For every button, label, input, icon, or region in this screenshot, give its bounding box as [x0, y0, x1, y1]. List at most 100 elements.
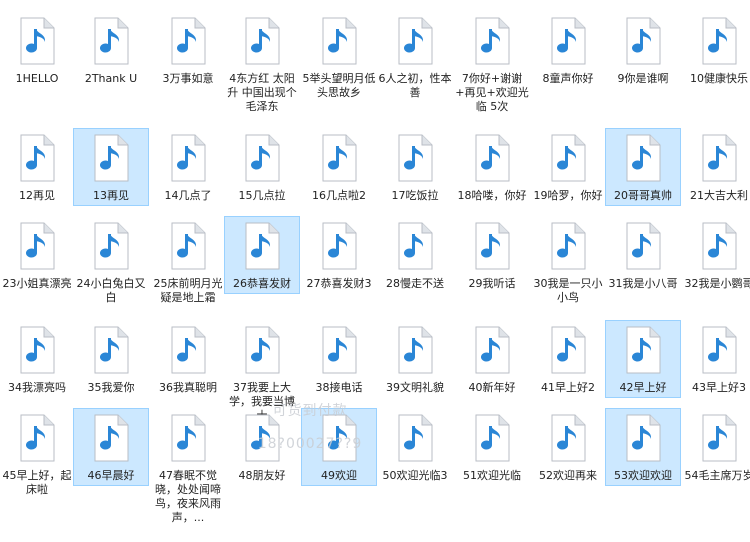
file-item[interactable]: 14几点了: [150, 128, 226, 206]
file-item[interactable]: 28慢走不送: [377, 216, 453, 294]
file-label: 49欢迎: [321, 469, 357, 482]
file-item[interactable]: 7你好+谢谢+再见+欢迎光临 5次: [454, 11, 530, 117]
file-label: 4东方红 太阳升 中国出现个毛泽东: [227, 72, 297, 113]
file-item[interactable]: 29我听话: [454, 216, 530, 294]
file-label: 34我漂亮吗: [8, 381, 66, 394]
file-item[interactable]: 12再见: [0, 128, 75, 206]
music-file-icon: [472, 217, 512, 270]
file-item[interactable]: 47春眠不觉晓，处处闻啼鸟，夜来风雨声，...: [150, 408, 226, 528]
file-item[interactable]: 10健康快乐: [681, 11, 750, 89]
file-label: 8童声你好: [542, 72, 594, 85]
file-item[interactable]: 8童声你好: [530, 11, 606, 89]
file-item[interactable]: 23小姐真漂亮: [0, 216, 75, 294]
file-item[interactable]: 36我真聪明: [150, 320, 226, 398]
file-item[interactable]: 42早上好: [605, 320, 681, 398]
file-label: 36我真聪明: [159, 381, 217, 394]
file-item[interactable]: 21大吉大利: [681, 128, 750, 206]
music-file-icon: [472, 12, 512, 65]
file-item[interactable]: 31我是小八哥: [605, 216, 681, 294]
music-file-icon: [395, 217, 435, 270]
file-item[interactable]: 1HELLO: [0, 11, 75, 89]
music-file-icon: [548, 409, 588, 462]
music-file-icon: [472, 409, 512, 462]
file-label: 52欢迎再来: [539, 469, 597, 482]
music-file-icon: [319, 217, 359, 270]
file-label: 40新年好: [468, 381, 516, 394]
file-item[interactable]: 25床前明月光 疑是地上霜: [150, 216, 226, 308]
music-file-icon: [623, 217, 663, 270]
file-item[interactable]: 30我是一只小小鸟: [530, 216, 606, 308]
file-item[interactable]: 48朋友好: [224, 408, 300, 486]
file-label: 12再见: [19, 189, 55, 202]
file-item[interactable]: 16几点啦2: [301, 128, 377, 206]
music-file-icon: [91, 409, 131, 462]
music-file-icon: [319, 12, 359, 65]
music-file-icon: [91, 12, 131, 65]
file-item[interactable]: 27恭喜发财3: [301, 216, 377, 294]
file-item[interactable]: 6人之初，性本善: [377, 11, 453, 103]
file-item[interactable]: 38接电话: [301, 320, 377, 398]
file-item[interactable]: 20哥哥真帅: [605, 128, 681, 206]
file-label: 47春眠不觉晓，处处闻啼鸟，夜来风雨声，...: [155, 469, 221, 524]
music-file-icon: [17, 12, 57, 65]
file-label: 35我爱你: [87, 381, 135, 394]
music-file-icon: [91, 321, 131, 374]
music-file-icon: [168, 129, 208, 182]
file-item[interactable]: 32我是小鹦哥: [681, 216, 750, 294]
music-file-icon: [623, 321, 663, 374]
file-item[interactable]: 26恭喜发财: [224, 216, 300, 294]
file-grid: 1HELLO 2Thank U 3万事如意 4东方红 太阳升 中国出现个毛泽东 5举头望…: [0, 0, 750, 542]
file-label: 30我是一只小小鸟: [533, 277, 603, 304]
file-item[interactable]: 41早上好2: [530, 320, 606, 398]
music-file-icon: [548, 217, 588, 270]
music-file-icon: [319, 129, 359, 182]
file-item[interactable]: 13再见: [73, 128, 149, 206]
file-item[interactable]: 49欢迎: [301, 408, 377, 486]
music-file-icon: [699, 129, 739, 182]
file-label: 29我听话: [468, 277, 516, 290]
file-item[interactable]: 34我漂亮吗: [0, 320, 75, 398]
file-item[interactable]: 46早晨好: [73, 408, 149, 486]
file-item[interactable]: 52欢迎再来: [530, 408, 606, 486]
file-item[interactable]: 50欢迎光临3: [377, 408, 453, 486]
music-file-icon: [395, 409, 435, 462]
music-file-icon: [168, 217, 208, 270]
file-item[interactable]: 54毛主席万岁: [681, 408, 750, 486]
music-file-icon: [699, 321, 739, 374]
file-item[interactable]: 43早上好3: [681, 320, 750, 398]
file-item[interactable]: 51欢迎光临: [454, 408, 530, 486]
file-item[interactable]: 39文明礼貌: [377, 320, 453, 398]
file-label: 1HELLO: [15, 72, 59, 85]
file-item[interactable]: 5举头望明月低头思故乡: [301, 11, 377, 103]
music-file-icon: [623, 409, 663, 462]
file-label: 17吃饭拉: [391, 189, 439, 202]
music-file-icon: [242, 409, 282, 462]
music-file-icon: [472, 129, 512, 182]
file-label: 48朋友好: [238, 469, 286, 482]
file-item[interactable]: 17吃饭拉: [377, 128, 453, 206]
file-item[interactable]: 15几点拉: [224, 128, 300, 206]
file-item[interactable]: 19哈罗，你好: [530, 128, 606, 206]
file-label: 21大吉大利: [690, 189, 748, 202]
music-file-icon: [395, 129, 435, 182]
file-item[interactable]: 35我爱你: [73, 320, 149, 398]
file-label: 39文明礼貌: [386, 381, 444, 394]
file-item[interactable]: 45早上好，起床啦: [0, 408, 75, 500]
music-file-icon: [699, 409, 739, 462]
file-label: 15几点拉: [238, 189, 286, 202]
file-item[interactable]: 24小白兔白又白: [73, 216, 149, 308]
file-item[interactable]: 3万事如意: [150, 11, 226, 89]
file-item[interactable]: 9你是谁啊: [605, 11, 681, 89]
file-item[interactable]: 2Thank U: [73, 11, 149, 89]
file-item[interactable]: 4东方红 太阳升 中国出现个毛泽东: [224, 11, 300, 117]
file-item[interactable]: 40新年好: [454, 320, 530, 398]
file-label: 51欢迎光临: [463, 469, 521, 482]
file-item[interactable]: 18哈喽，你好: [454, 128, 530, 206]
music-file-icon: [395, 12, 435, 65]
file-label: 16几点啦2: [312, 189, 366, 202]
music-file-icon: [699, 217, 739, 270]
file-label: 31我是小八哥: [608, 277, 678, 290]
music-file-icon: [623, 129, 663, 182]
file-item[interactable]: 53欢迎欢迎: [605, 408, 681, 486]
file-label: 24小白兔白又白: [76, 277, 146, 304]
